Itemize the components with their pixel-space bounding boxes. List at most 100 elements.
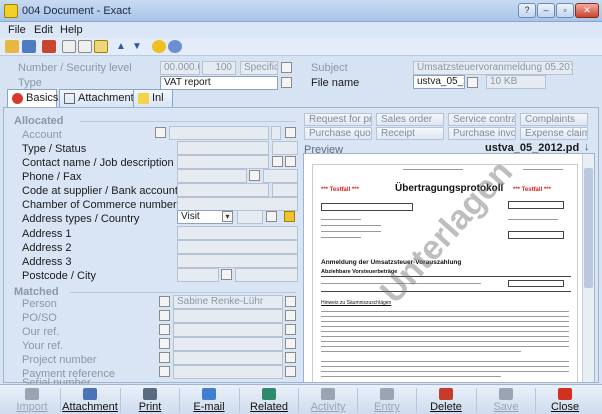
open-icon[interactable] <box>5 40 19 53</box>
purchase-quotation-button[interactable]: Purchase quot... <box>304 127 372 140</box>
map-icon[interactable] <box>284 211 295 222</box>
close-label: Close <box>550 401 580 413</box>
tab-attachment-label: Attachment <box>78 92 134 104</box>
toolbar-separator <box>60 388 61 412</box>
related-button[interactable]: Related <box>241 386 297 414</box>
address2-label: Address 2 <box>22 242 72 254</box>
help-window-button[interactable]: ? <box>518 3 536 18</box>
payment-card-icon[interactable] <box>285 366 296 377</box>
purchase-invoice-button[interactable]: Purchase invoice <box>448 127 516 140</box>
address2-field <box>177 240 298 254</box>
service-contract-button[interactable]: Service contract <box>448 113 516 126</box>
file-browse-icon[interactable] <box>467 77 478 88</box>
menu-edit[interactable]: Edit <box>34 24 53 36</box>
security-field[interactable]: 100 <box>202 61 236 75</box>
restore-button[interactable]: ▫ <box>556 3 574 18</box>
tab-basics[interactable]: Basics <box>7 89 59 107</box>
account-field[interactable] <box>169 126 269 140</box>
receipt-button[interactable]: Receipt <box>376 127 444 140</box>
our-ref-card-icon[interactable] <box>285 324 296 335</box>
subject-field[interactable]: Umsatzsteuervoranmeldung 05.2012 <box>413 61 573 75</box>
account-lookup-icon[interactable] <box>155 127 166 138</box>
number-field[interactable]: 00.000.614 <box>160 61 200 75</box>
menu-file[interactable]: File <box>8 24 26 36</box>
payment-reference-field[interactable] <box>173 365 283 379</box>
save-icon <box>499 388 513 400</box>
project-lookup-icon[interactable] <box>159 352 170 363</box>
your-ref-lookup-icon[interactable] <box>159 338 170 349</box>
minimize-button[interactable]: – <box>537 3 555 18</box>
po-so-field[interactable] <box>173 309 283 323</box>
coc-label: Chamber of Commerce number <box>22 199 177 211</box>
person-field[interactable]: Sabine Renke-Lühr <box>173 295 283 309</box>
e-mail-button[interactable]: E-mail <box>181 386 237 414</box>
project-number-label: Project number <box>22 354 97 366</box>
po-lookup-icon[interactable] <box>159 310 170 321</box>
doc-box <box>321 203 413 211</box>
next-icon[interactable]: ▼ <box>132 40 146 53</box>
your-ref-field[interactable] <box>173 337 283 351</box>
activity-button[interactable]: Activity <box>300 386 356 414</box>
close-button[interactable]: Close <box>537 386 593 414</box>
document-preview[interactable]: *** Testfall *** Übertragungsprotokoll *… <box>303 153 595 383</box>
delete-icon[interactable] <box>42 40 56 53</box>
our-ref-field[interactable] <box>173 323 283 337</box>
security-icon[interactable] <box>281 62 292 73</box>
tab-inline[interactable]: Inl <box>133 89 173 107</box>
delete-button[interactable]: Delete <box>418 386 474 414</box>
po-card-icon[interactable] <box>285 310 296 321</box>
preview-scrollbar[interactable] <box>582 154 594 382</box>
city-lookup-icon[interactable] <box>221 269 232 280</box>
copy-icon[interactable] <box>78 40 92 53</box>
type-field[interactable]: VAT report <box>160 76 278 90</box>
our-ref-lookup-icon[interactable] <box>159 324 170 335</box>
our-ref-label: Our ref. <box>22 326 60 338</box>
payment-lookup-icon[interactable] <box>159 366 170 377</box>
doc-line <box>321 316 569 317</box>
allocated-divider <box>80 121 296 122</box>
doc-rule <box>321 291 571 292</box>
paste-icon[interactable] <box>94 40 108 53</box>
save-label: Save <box>493 401 519 413</box>
save-button[interactable]: Save <box>478 386 534 414</box>
close-window-button[interactable]: ✕ <box>575 3 599 18</box>
complaints-button[interactable]: Complaints <box>520 113 588 126</box>
type-picker-icon[interactable] <box>281 77 292 88</box>
preview-page: *** Testfall *** Übertragungsprotokoll *… <box>312 154 578 382</box>
entry-icon <box>380 388 394 400</box>
your-ref-card-icon[interactable] <box>285 338 296 349</box>
new-icon[interactable] <box>62 40 76 53</box>
print-button[interactable]: Print <box>122 386 178 414</box>
info-icon[interactable] <box>168 40 182 53</box>
attachment-button[interactable]: Attachment <box>62 386 118 414</box>
tab-basics-label: Basics <box>26 92 59 104</box>
person-lookup-icon[interactable] <box>159 296 170 307</box>
attachment-label: Attachment <box>62 401 118 413</box>
sales-order-button[interactable]: Sales order <box>376 113 444 126</box>
expense-claim-button[interactable]: Expense claim <box>520 127 588 140</box>
country-lookup-icon[interactable] <box>266 211 277 222</box>
contact-lookup-icon[interactable] <box>285 156 296 167</box>
save-icon[interactable] <box>22 40 36 53</box>
inline-icon <box>138 93 149 104</box>
download-arrow-icon[interactable]: ↓ <box>584 141 590 153</box>
menu-help[interactable]: Help <box>60 24 83 36</box>
project-number-field[interactable] <box>173 351 283 365</box>
contact-card-icon[interactable] <box>272 156 283 167</box>
security-mode-select[interactable]: Specific f <box>240 61 278 75</box>
chevron-down-icon[interactable]: ▾ <box>222 211 233 222</box>
filename-field[interactable]: ustva_05_20 <box>413 75 465 89</box>
phone-icon[interactable] <box>249 170 260 181</box>
euro-icon[interactable] <box>152 40 166 53</box>
bottom-action-bar: Import Attachment Print E-mail Related Activi… <box>0 384 602 414</box>
toolbar-separator <box>416 388 417 412</box>
project-card-icon[interactable] <box>285 352 296 363</box>
import-button[interactable]: Import <box>4 386 60 414</box>
address-types-label: Address types / Country <box>22 213 140 225</box>
entry-button[interactable]: Entry <box>359 386 415 414</box>
account-card-icon[interactable] <box>285 127 296 138</box>
previous-icon[interactable]: ▲ <box>116 40 130 53</box>
preview-scroll-thumb[interactable] <box>584 168 593 288</box>
person-card-icon[interactable] <box>285 296 296 307</box>
request-for-price-button[interactable]: Request for pr... <box>304 113 372 126</box>
